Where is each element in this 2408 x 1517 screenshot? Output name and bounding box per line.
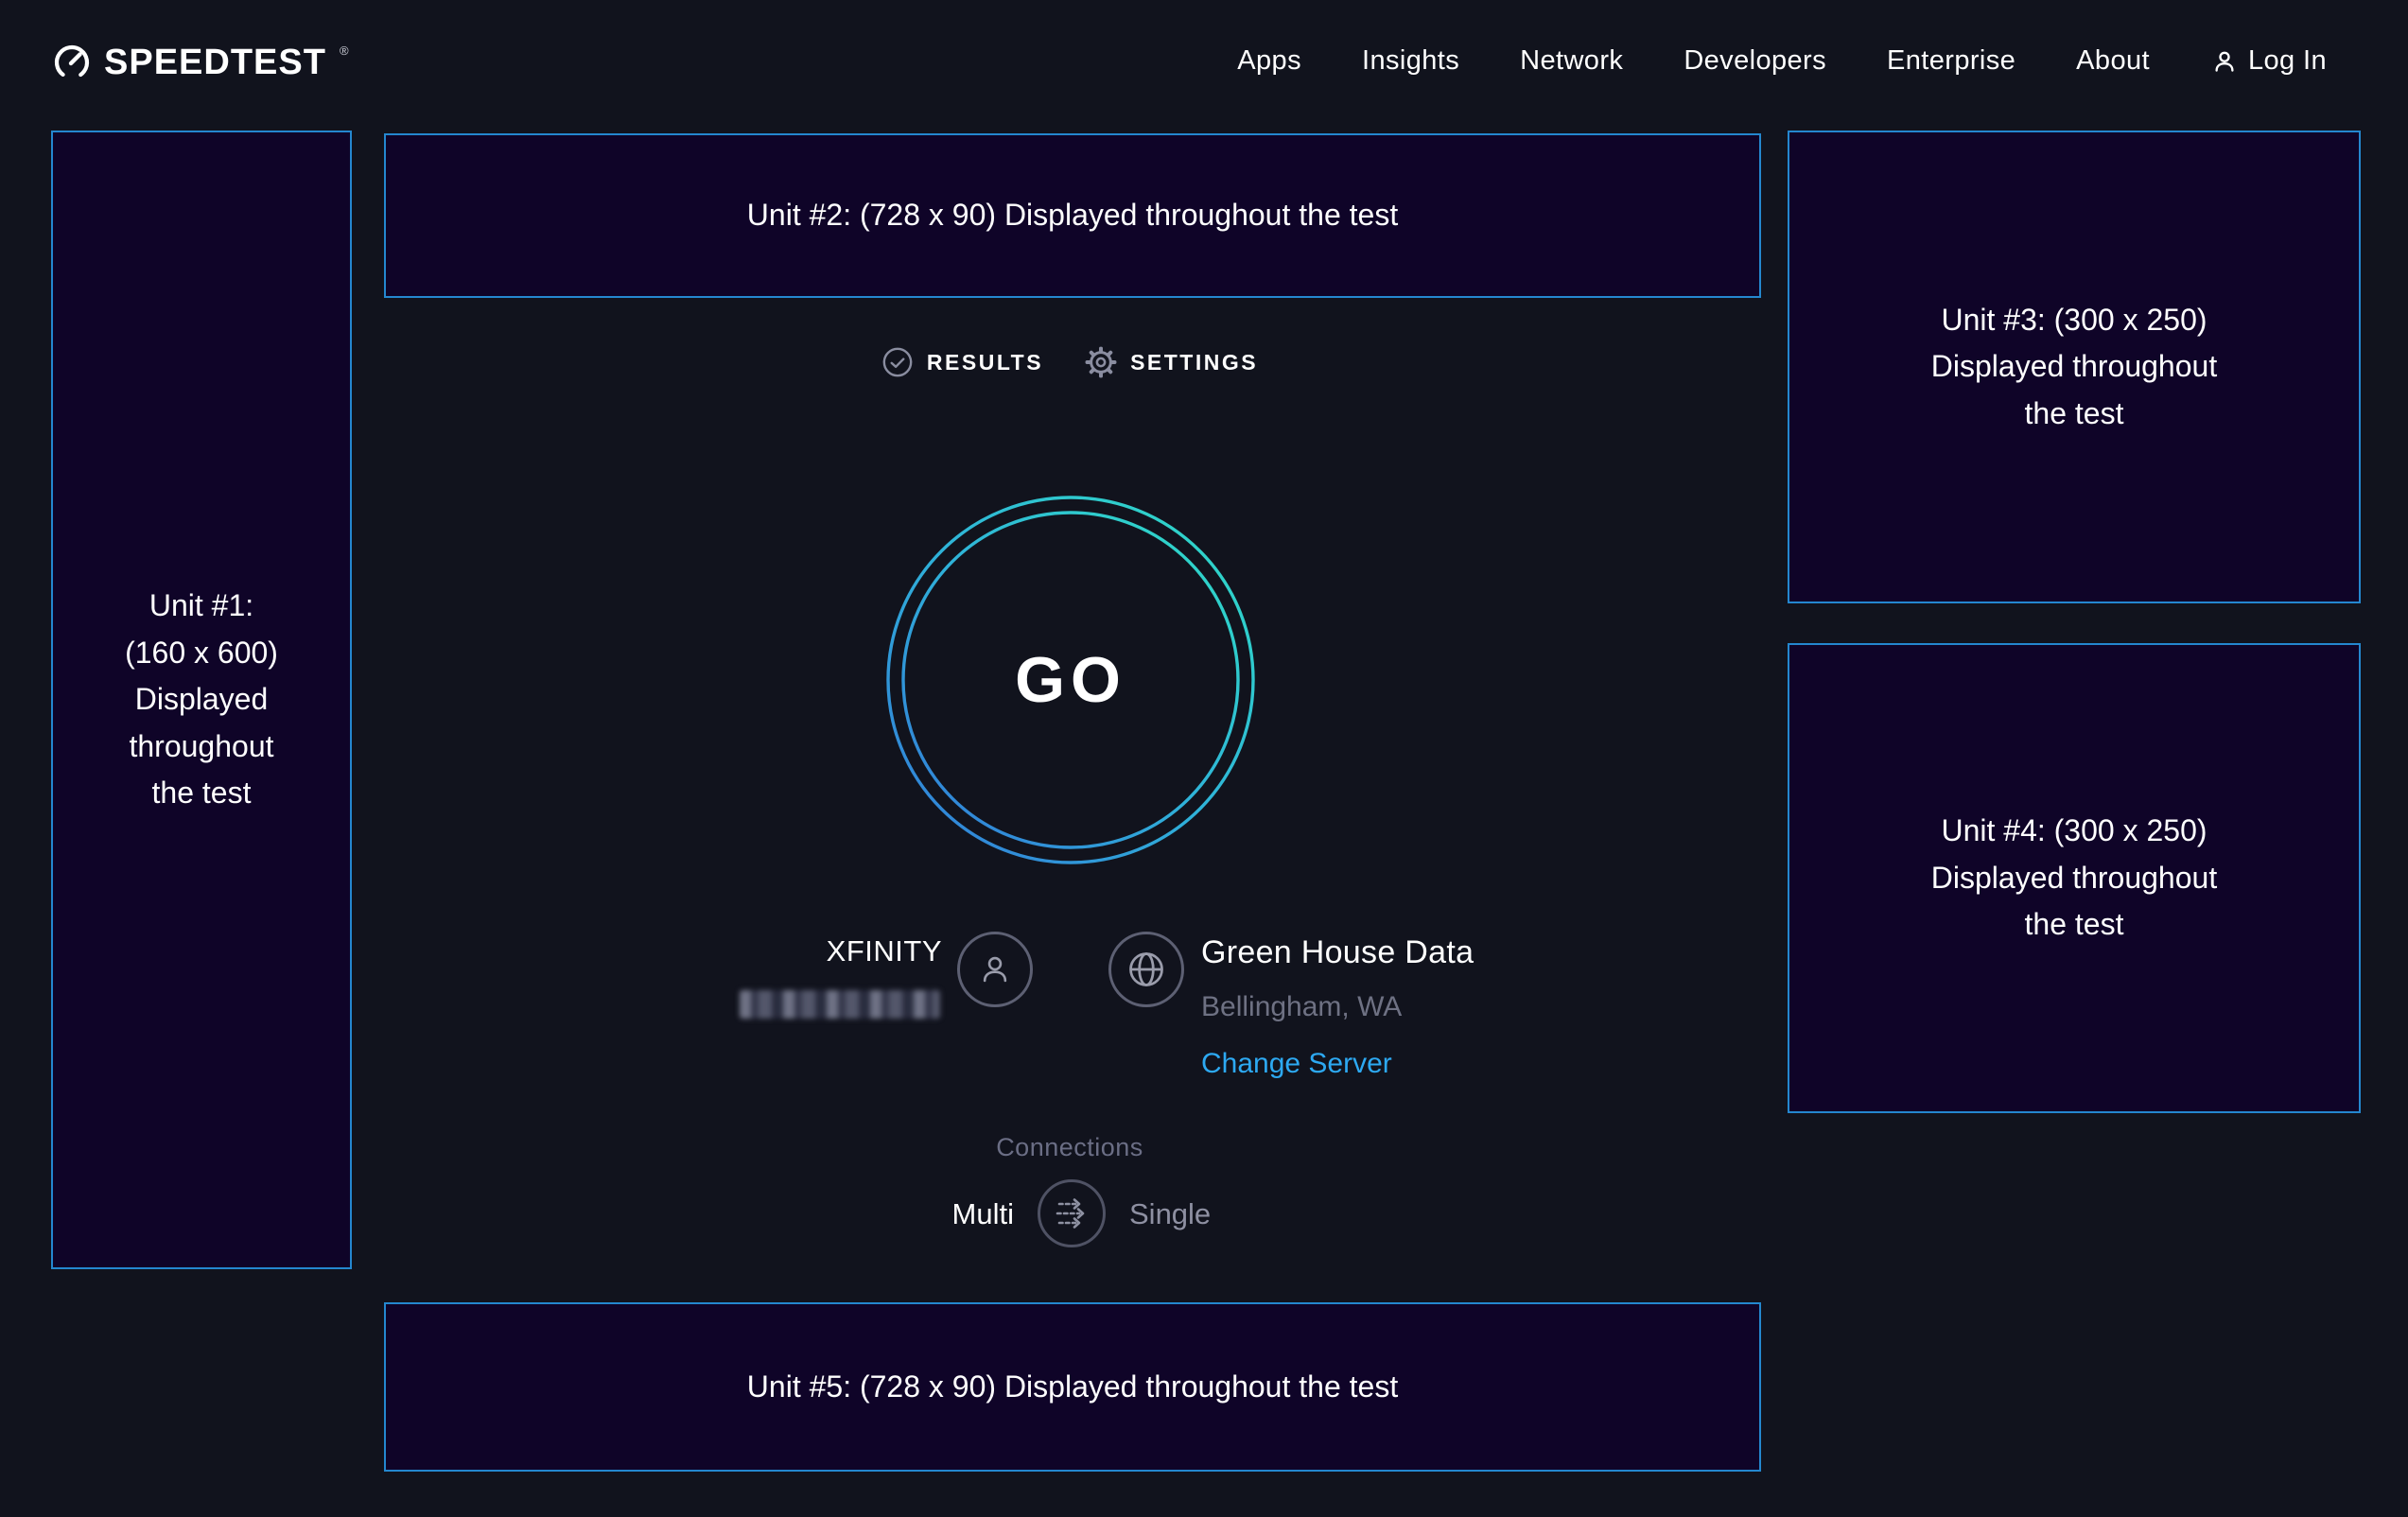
ad-unit-1-label: Unit #1: (160 x 600) Displayed throughou… (125, 583, 278, 817)
server-info: Green House Data Bellingham, WA Change S… (1201, 934, 1474, 1080)
speedtest-gauge-icon (51, 42, 93, 83)
nav-links: Apps Insights Network Developers Enterpr… (1237, 45, 2327, 77)
login-button[interactable]: Log In (2210, 45, 2327, 77)
ad-unit-5[interactable]: Unit #5: (728 x 90) Displayed throughout… (384, 1302, 1761, 1472)
ad-unit-4-label: Unit #4: (300 x 250) Displayed throughou… (1931, 808, 2217, 949)
login-label: Log In (2248, 45, 2327, 77)
globe-icon (1125, 949, 1167, 990)
ad-unit-5-label: Unit #5: (728 x 90) Displayed throughout… (747, 1364, 1398, 1411)
ad-unit-4[interactable]: Unit #4: (300 x 250) Displayed throughou… (1788, 643, 2361, 1113)
tabs-bar: RESULTS (352, 346, 1788, 378)
speedtest-logo[interactable]: SPEEDTEST ® (51, 42, 349, 83)
isp-avatar (957, 932, 1033, 1007)
change-server-link[interactable]: Change Server (1201, 1048, 1392, 1080)
user-icon (2210, 47, 2239, 76)
tab-settings-label: SETTINGS (1130, 350, 1258, 375)
nav-item-developers[interactable]: Developers (1684, 45, 1826, 77)
person-icon (975, 950, 1015, 989)
server-globe-badge (1108, 932, 1184, 1007)
nav-item-about[interactable]: About (2076, 45, 2150, 77)
speedtest-page: SPEEDTEST ® Apps Insights Network Develo… (0, 0, 2408, 1517)
nav-item-network[interactable]: Network (1520, 45, 1623, 77)
ad-unit-1[interactable]: Unit #1: (160 x 600) Displayed throughou… (51, 131, 352, 1269)
server-name: Green House Data (1201, 934, 1474, 971)
nav-item-apps[interactable]: Apps (1237, 45, 1301, 77)
go-button-label: GO (885, 495, 1256, 865)
nav-item-enterprise[interactable]: Enterprise (1887, 45, 2015, 77)
connections-option-single[interactable]: Single (1129, 1197, 1211, 1231)
tab-results[interactable]: RESULTS (881, 346, 1043, 378)
tab-results-label: RESULTS (927, 350, 1043, 375)
ad-unit-3-label: Unit #3: (300 x 250) Displayed throughou… (1931, 297, 2217, 438)
tab-settings[interactable]: SETTINGS (1085, 346, 1258, 378)
connections-toggle[interactable] (1038, 1179, 1106, 1247)
multi-connections-icon (1049, 1191, 1094, 1236)
ad-unit-3[interactable]: Unit #3: (300 x 250) Displayed throughou… (1788, 131, 2361, 603)
logo-text: SPEEDTEST (104, 43, 326, 83)
go-button[interactable]: GO (885, 495, 1256, 865)
ad-unit-2[interactable]: Unit #2: (728 x 90) Displayed throughout… (384, 133, 1761, 298)
logo-trademark: ® (340, 44, 349, 58)
connections-label: Connections (352, 1133, 1788, 1162)
check-circle-icon (881, 346, 914, 378)
nav-item-insights[interactable]: Insights (1362, 45, 1459, 77)
isp-name: XFINITY (709, 934, 942, 968)
connections-option-multi[interactable]: Multi (825, 1197, 1014, 1231)
ad-unit-2-label: Unit #2: (728 x 90) Displayed throughout… (747, 192, 1398, 239)
server-location: Bellingham, WA (1201, 991, 1474, 1023)
censored-ip-address (740, 990, 940, 1019)
gear-icon (1085, 346, 1117, 378)
